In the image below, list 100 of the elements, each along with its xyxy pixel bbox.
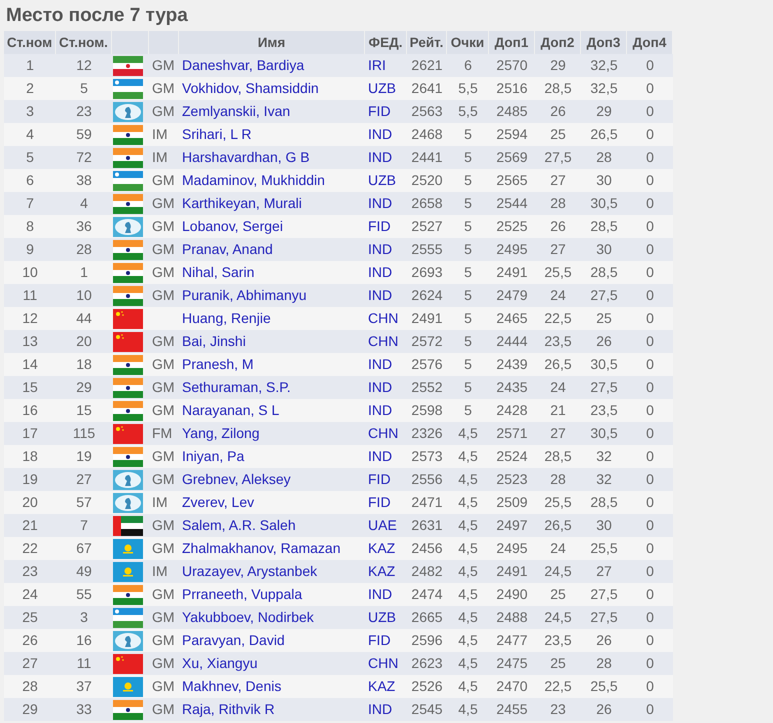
federation-link[interactable]: IND: [368, 264, 392, 280]
federation-link[interactable]: UZB: [368, 172, 396, 188]
player-link[interactable]: Huang, Renjie: [182, 310, 271, 326]
federation-link[interactable]: CHN: [368, 425, 398, 441]
tiebreak-text: 29: [550, 57, 566, 73]
player-link[interactable]: Zverev, Lev: [182, 494, 254, 510]
column-header: Доп3: [581, 31, 627, 54]
player-link[interactable]: Harshavardhan, G B: [182, 149, 310, 165]
player-link[interactable]: Prraneeth, Vuppala: [182, 586, 302, 602]
federation-link[interactable]: IND: [368, 402, 392, 418]
player-link[interactable]: Zhalmakhanov, Ramazan: [182, 540, 340, 556]
tiebreak-text: 25: [550, 655, 566, 671]
chess-title: GM: [152, 517, 175, 533]
rating-text: 2491: [411, 310, 443, 326]
federation-link[interactable]: FID: [368, 218, 391, 234]
player-link[interactable]: Yang, Zilong: [182, 425, 260, 441]
rank-text: 18: [22, 448, 38, 464]
player-link[interactable]: Srihari, L R: [182, 126, 252, 142]
start-number: 23: [76, 103, 92, 119]
player-link[interactable]: Makhnev, Denis: [182, 678, 282, 694]
start-number: 4: [80, 195, 88, 211]
federation-link[interactable]: IRI: [368, 57, 386, 73]
federation-link[interactable]: CHN: [368, 333, 398, 349]
chess-title: GM: [152, 241, 175, 257]
chess-title: IM: [152, 494, 168, 510]
player-link[interactable]: Salem, A.R. Saleh: [182, 517, 296, 533]
tiebreak-text: 0: [646, 149, 654, 165]
tiebreak-text: 30,5: [590, 195, 618, 211]
start-number: 57: [76, 494, 92, 510]
player-link[interactable]: Bai, Jinshi: [182, 333, 246, 349]
tiebreak-text: 0: [646, 126, 654, 142]
federation-link[interactable]: IND: [368, 287, 392, 303]
rating-text: 2631: [411, 517, 443, 533]
tiebreak-text: 2428: [496, 402, 528, 418]
federation-link[interactable]: IND: [368, 586, 392, 602]
tiebreak-text: 30: [596, 241, 612, 257]
federation-link[interactable]: UAE: [368, 517, 397, 533]
tiebreak-text: 2491: [496, 264, 528, 280]
federation-link[interactable]: FID: [368, 494, 391, 510]
federation-link[interactable]: FID: [368, 471, 391, 487]
player-link[interactable]: Yakubboev, Nodirbek: [182, 609, 314, 625]
federation-link[interactable]: KAZ: [368, 540, 396, 556]
player-link[interactable]: Xu, Xiangyu: [182, 655, 258, 671]
player-link[interactable]: Pranesh, M: [182, 356, 254, 372]
player-link[interactable]: Madaminov, Mukhiddin: [182, 172, 325, 188]
federation-link[interactable]: KAZ: [368, 563, 396, 579]
federation-link[interactable]: IND: [368, 149, 392, 165]
rank-text: 9: [26, 241, 34, 257]
player-link[interactable]: Urazayev, Arystanbek: [182, 563, 318, 579]
points-text: 5: [464, 402, 472, 418]
tiebreak-text: 2490: [496, 586, 528, 602]
rank-text: 12: [22, 310, 38, 326]
federation-link[interactable]: IND: [368, 356, 392, 372]
start-number: 15: [76, 402, 92, 418]
rating-text: 2563: [411, 103, 443, 119]
player-link[interactable]: Karthikeyan, Murali: [182, 195, 302, 211]
player-link[interactable]: Daneshvar, Bardiya: [182, 57, 304, 73]
tiebreak-text: 28: [596, 655, 612, 671]
federation-link[interactable]: IND: [368, 195, 392, 211]
player-link[interactable]: Puranik, Abhimanyu: [182, 287, 307, 303]
column-header: Рейт.: [407, 31, 447, 54]
federation-link[interactable]: IND: [368, 241, 392, 257]
federation-link[interactable]: FID: [368, 632, 391, 648]
player-link[interactable]: Iniyan, Pa: [182, 448, 244, 464]
tiebreak-text: 27,5: [544, 149, 572, 165]
federation-link[interactable]: IND: [368, 448, 392, 464]
federation-link[interactable]: UZB: [368, 609, 396, 625]
points-text: 4,5: [458, 678, 478, 694]
player-link[interactable]: Lobanov, Sergei: [182, 218, 283, 234]
player-link[interactable]: Pranav, Anand: [182, 241, 273, 257]
federation-link[interactable]: CHN: [368, 310, 398, 326]
rating-text: 2658: [411, 195, 443, 211]
player-link[interactable]: Raja, Rithvik R: [182, 701, 275, 717]
player-link[interactable]: Vokhidov, Shamsiddin: [182, 80, 319, 96]
player-link[interactable]: Narayanan, S L: [182, 402, 280, 418]
tiebreak-text: 2495: [496, 540, 528, 556]
points-text: 4,5: [458, 517, 478, 533]
player-link[interactable]: Paravyan, David: [182, 632, 285, 648]
rank-text: 3: [26, 103, 34, 119]
chess-title: GM: [152, 356, 175, 372]
rank-text: 5: [26, 149, 34, 165]
federation-link[interactable]: KAZ: [368, 678, 396, 694]
player-link[interactable]: Zemlyanskii, Ivan: [182, 103, 290, 119]
player-link[interactable]: Sethuraman, S.P.: [182, 379, 291, 395]
federation-link[interactable]: FID: [368, 103, 391, 119]
rank-text: 13: [22, 333, 38, 349]
points-text: 4,5: [458, 701, 478, 717]
rank-text: 11: [22, 287, 38, 303]
federation-link[interactable]: UZB: [368, 80, 396, 96]
federation-link[interactable]: CHN: [368, 655, 398, 671]
rank-text: 22: [22, 540, 38, 556]
rating-text: 2526: [411, 678, 443, 694]
player-link[interactable]: Grebnev, Aleksey: [182, 471, 291, 487]
rating-text: 2456: [411, 540, 443, 556]
player-link[interactable]: Nihal, Sarin: [182, 264, 254, 280]
federation-link[interactable]: IND: [368, 701, 392, 717]
tiebreak-text: 0: [646, 540, 654, 556]
federation-link[interactable]: IND: [368, 126, 392, 142]
federation-link[interactable]: IND: [368, 379, 392, 395]
tiebreak-text: 0: [646, 563, 654, 579]
